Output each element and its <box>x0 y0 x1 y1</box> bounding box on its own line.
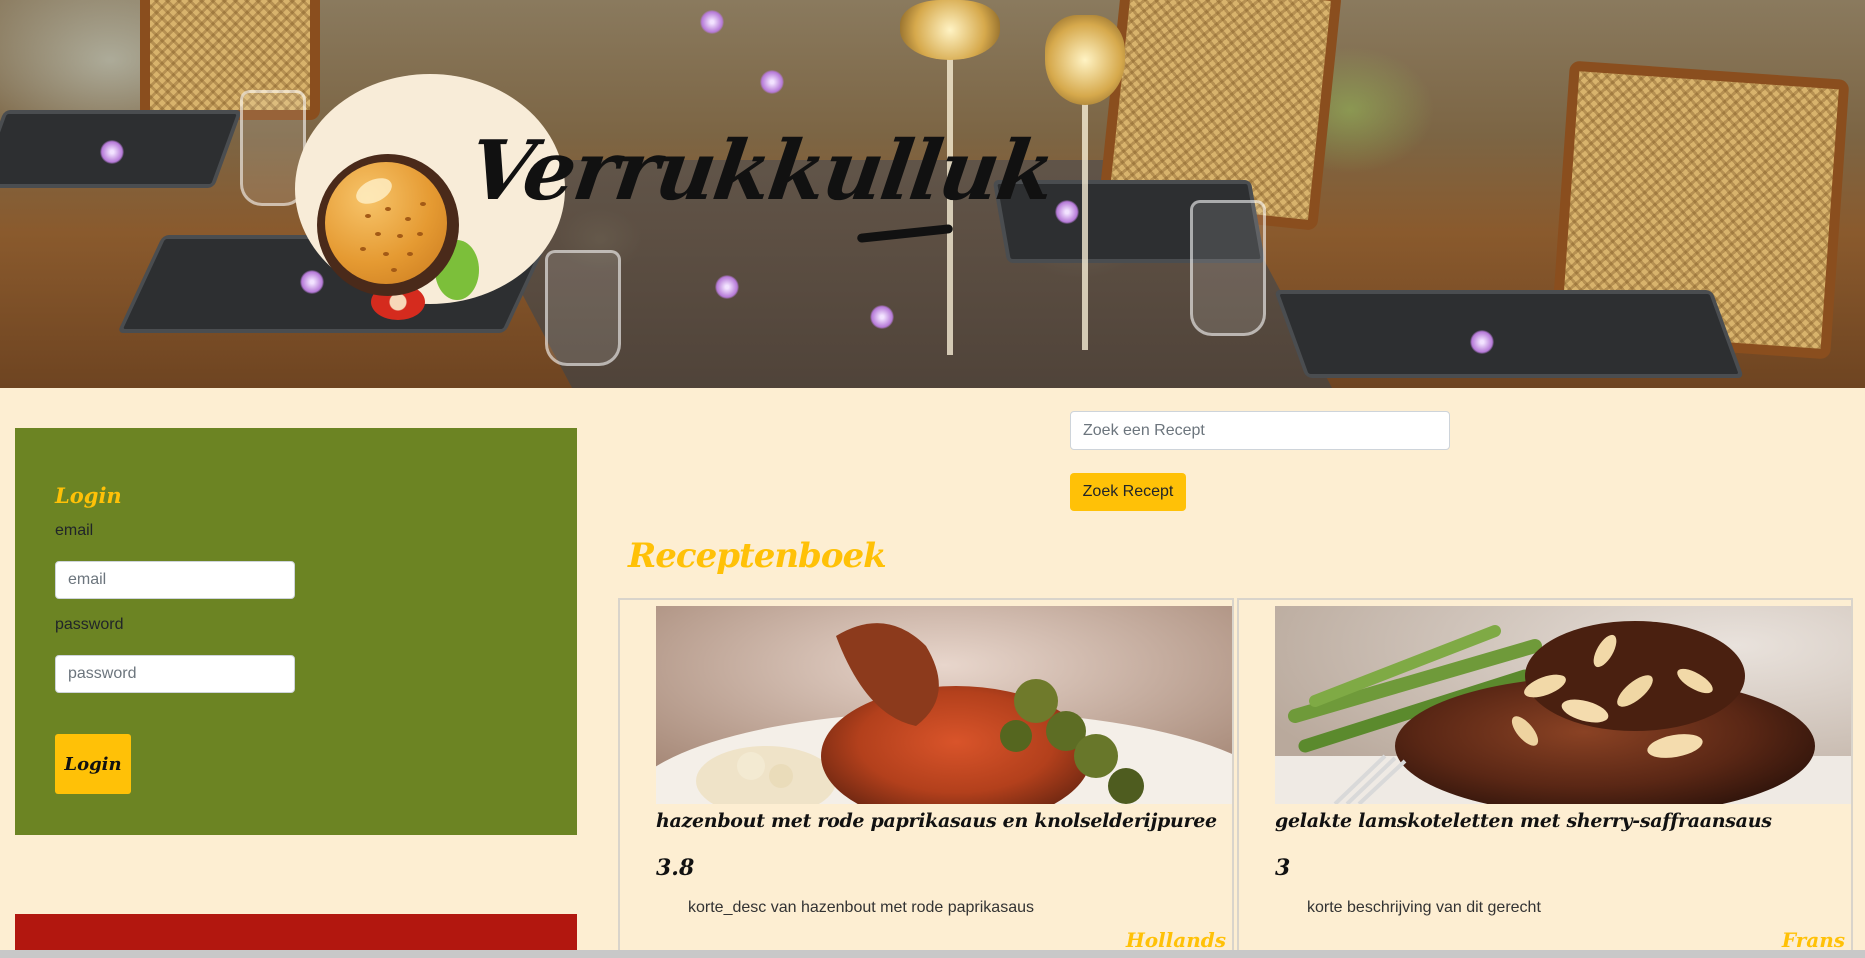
recipe-image[interactable] <box>656 606 1232 804</box>
email-label: email <box>55 522 94 539</box>
water-glass <box>1190 200 1266 336</box>
recipe-book-heading: Receptenboek <box>628 536 887 576</box>
logo-underline <box>856 224 954 243</box>
search-input[interactable] <box>1070 411 1450 450</box>
recipe-description: korte beschrijving van dit gerecht <box>1307 899 1541 916</box>
recipe-cuisine: Hollands <box>1125 928 1226 952</box>
recipe-rating: 3 <box>1275 855 1291 881</box>
flower <box>700 10 724 34</box>
recipe-rating: 3.8 <box>656 855 695 881</box>
recipe-cuisine: Frans <box>1781 928 1845 952</box>
search-button[interactable]: Zoek Recept <box>1070 473 1186 511</box>
login-title: Login <box>55 483 122 508</box>
recipe-card[interactable]: gelakte lamskoteletten met sherry-saffra… <box>1237 598 1853 958</box>
recipe-title[interactable]: hazenbout met rode paprikasaus en knolse… <box>656 810 1217 832</box>
hero-banner: Verrukkulluk <box>0 0 1865 388</box>
site-logo[interactable]: Verrukkulluk <box>295 72 1059 332</box>
recipe-card[interactable]: hazenbout met rode paprikasaus en knolse… <box>618 598 1234 958</box>
flower <box>100 140 124 164</box>
flower <box>1055 200 1079 224</box>
candle-stem <box>1082 80 1088 350</box>
email-field[interactable] <box>55 561 295 599</box>
login-panel: Login email password Login <box>15 428 577 835</box>
recipe-description: korte_desc van hazenbout met rode paprik… <box>688 899 1034 916</box>
horizontal-scrollbar[interactable] <box>0 950 1865 958</box>
password-field[interactable] <box>55 655 295 693</box>
candle-holder <box>1045 15 1125 105</box>
candle-holder <box>900 0 1000 60</box>
flower <box>1470 330 1494 354</box>
login-button[interactable]: Login <box>55 734 131 794</box>
burger-logo-icon <box>317 154 459 296</box>
recipe-image[interactable] <box>1275 606 1851 804</box>
recipe-title[interactable]: gelakte lamskoteletten met sherry-saffra… <box>1275 810 1772 832</box>
serving-tray <box>1273 290 1745 378</box>
brand-name: Verrukkulluk <box>463 123 1060 219</box>
password-label: password <box>55 616 124 633</box>
